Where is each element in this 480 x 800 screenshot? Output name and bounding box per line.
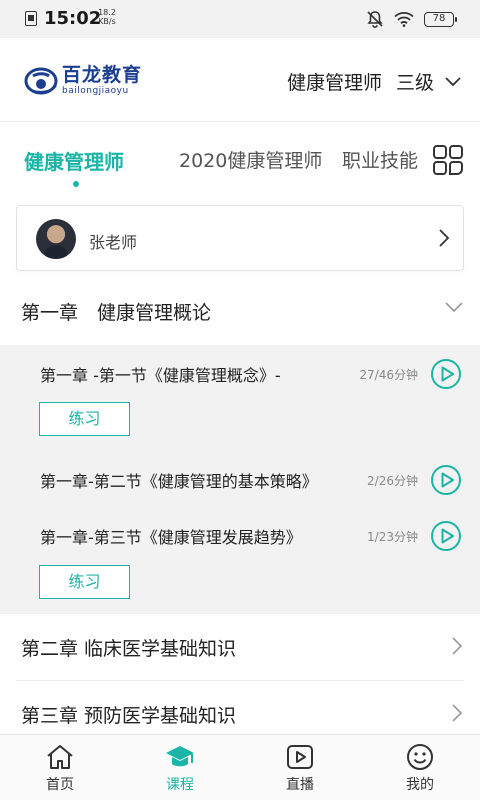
teacher-name: 张老师	[89, 233, 138, 252]
chapter-2-header[interactable]: 第二章 临床医学基础知识	[0, 614, 480, 680]
nav-live-label: 直播	[286, 777, 314, 793]
chapter-2-title: 第二章 临床医学基础知识	[21, 638, 237, 660]
lesson-title: 第一章-第三节《健康管理发展趋势》	[40, 528, 302, 547]
nav-home-label: 首页	[46, 777, 74, 793]
play-circle-icon[interactable]	[430, 464, 462, 496]
graduation-cap-icon	[166, 746, 194, 767]
tab-2020-health-manager[interactable]: 2020健康管理师	[179, 146, 322, 173]
lesson-row[interactable]: 第一章 -第一节《健康管理概念》- 27/46分钟	[0, 354, 480, 394]
lesson-title: 第一章 -第一节《健康管理概念》-	[40, 366, 281, 385]
practice-button[interactable]: 练习	[39, 565, 130, 599]
network-speed-unit: KB/s	[98, 17, 116, 26]
tab-vocational-skills[interactable]: 职业技能	[342, 146, 418, 173]
home-icon	[47, 745, 73, 769]
brand-logo: 百龙教育 bailongjiaoyu	[24, 64, 142, 98]
chevron-right-icon	[439, 229, 450, 247]
nav-profile[interactable]: 我的	[390, 743, 450, 794]
chapter-3-title: 第三章 预防医学基础知识	[21, 705, 237, 727]
play-circle-icon[interactable]	[430, 358, 462, 390]
status-right-icons: 78	[366, 9, 457, 29]
lesson-row[interactable]: 第一章-第二节《健康管理的基本策略》 2/26分钟	[0, 460, 480, 500]
chevron-right-icon	[452, 637, 463, 655]
smiley-icon	[407, 744, 433, 770]
brand-logo-icon	[24, 67, 58, 95]
play-circle-icon[interactable]	[430, 520, 462, 552]
network-speed-value: 18.2	[98, 8, 116, 17]
tab-health-manager[interactable]: 健康管理师	[24, 146, 124, 175]
chapter-3-header[interactable]: 第三章 预防医学基础知识	[0, 681, 480, 734]
active-tab-indicator	[73, 181, 79, 187]
chapter-1-header[interactable]: 第一章 健康管理概论	[0, 278, 480, 344]
practice-button[interactable]: 练习	[39, 402, 130, 436]
nav-courses-label: 课程	[166, 777, 194, 793]
status-time: 15:02	[44, 8, 102, 29]
lesson-row[interactable]: 第一章-第三节《健康管理发展趋势》 1/23分钟	[0, 516, 480, 556]
sim-card-icon	[25, 11, 37, 26]
brand-name-pinyin: bailongjiaoyu	[62, 86, 129, 96]
course-tabs-scroll[interactable]: 健康管理师 2020健康管理师 职业技能	[0, 122, 420, 196]
certificate-name: 健康管理师	[286, 72, 382, 94]
chevron-down-icon	[445, 76, 461, 86]
wifi-icon	[394, 12, 414, 27]
lesson-duration: 27/46分钟	[359, 368, 418, 382]
mute-bell-icon	[367, 11, 383, 28]
certificate-level: 三级	[395, 72, 434, 94]
status-bar: 15:02 18.2 KB/s 78	[0, 0, 480, 38]
play-screen-icon	[287, 745, 313, 769]
lesson-title: 第一章-第二节《健康管理的基本策略》	[40, 472, 318, 491]
brand-name: 百龙教育	[62, 64, 143, 86]
lesson-duration: 2/26分钟	[367, 474, 418, 488]
chevron-right-icon	[452, 704, 463, 722]
course-tab-bar: 健康管理师 2020健康管理师 职业技能	[0, 122, 480, 196]
nav-courses[interactable]: 课程	[150, 743, 210, 794]
teacher-avatar	[36, 219, 76, 259]
battery-indicator: 78	[424, 11, 457, 27]
lesson-duration: 1/23分钟	[367, 530, 418, 544]
category-grid-icon[interactable]	[432, 144, 464, 176]
chapter-1-lessons: 第一章 -第一节《健康管理概念》- 27/46分钟 练习 第一章-第二节《健康管…	[0, 345, 480, 614]
certificate-selector[interactable]: 健康管理师 三级	[287, 68, 462, 95]
chevron-down-icon	[445, 302, 463, 313]
nav-home[interactable]: 首页	[30, 743, 90, 794]
teacher-card[interactable]: 张老师	[16, 205, 464, 271]
nav-profile-label: 我的	[406, 777, 434, 793]
app-header: 百龙教育 bailongjiaoyu 健康管理师 三级	[0, 38, 480, 122]
network-speed: 18.2 KB/s	[96, 8, 118, 26]
nav-live[interactable]: 直播	[270, 743, 330, 794]
chapter-1-title: 第一章 健康管理概论	[21, 302, 212, 324]
bottom-navigation: 首页 课程 直播 我的	[0, 734, 480, 800]
